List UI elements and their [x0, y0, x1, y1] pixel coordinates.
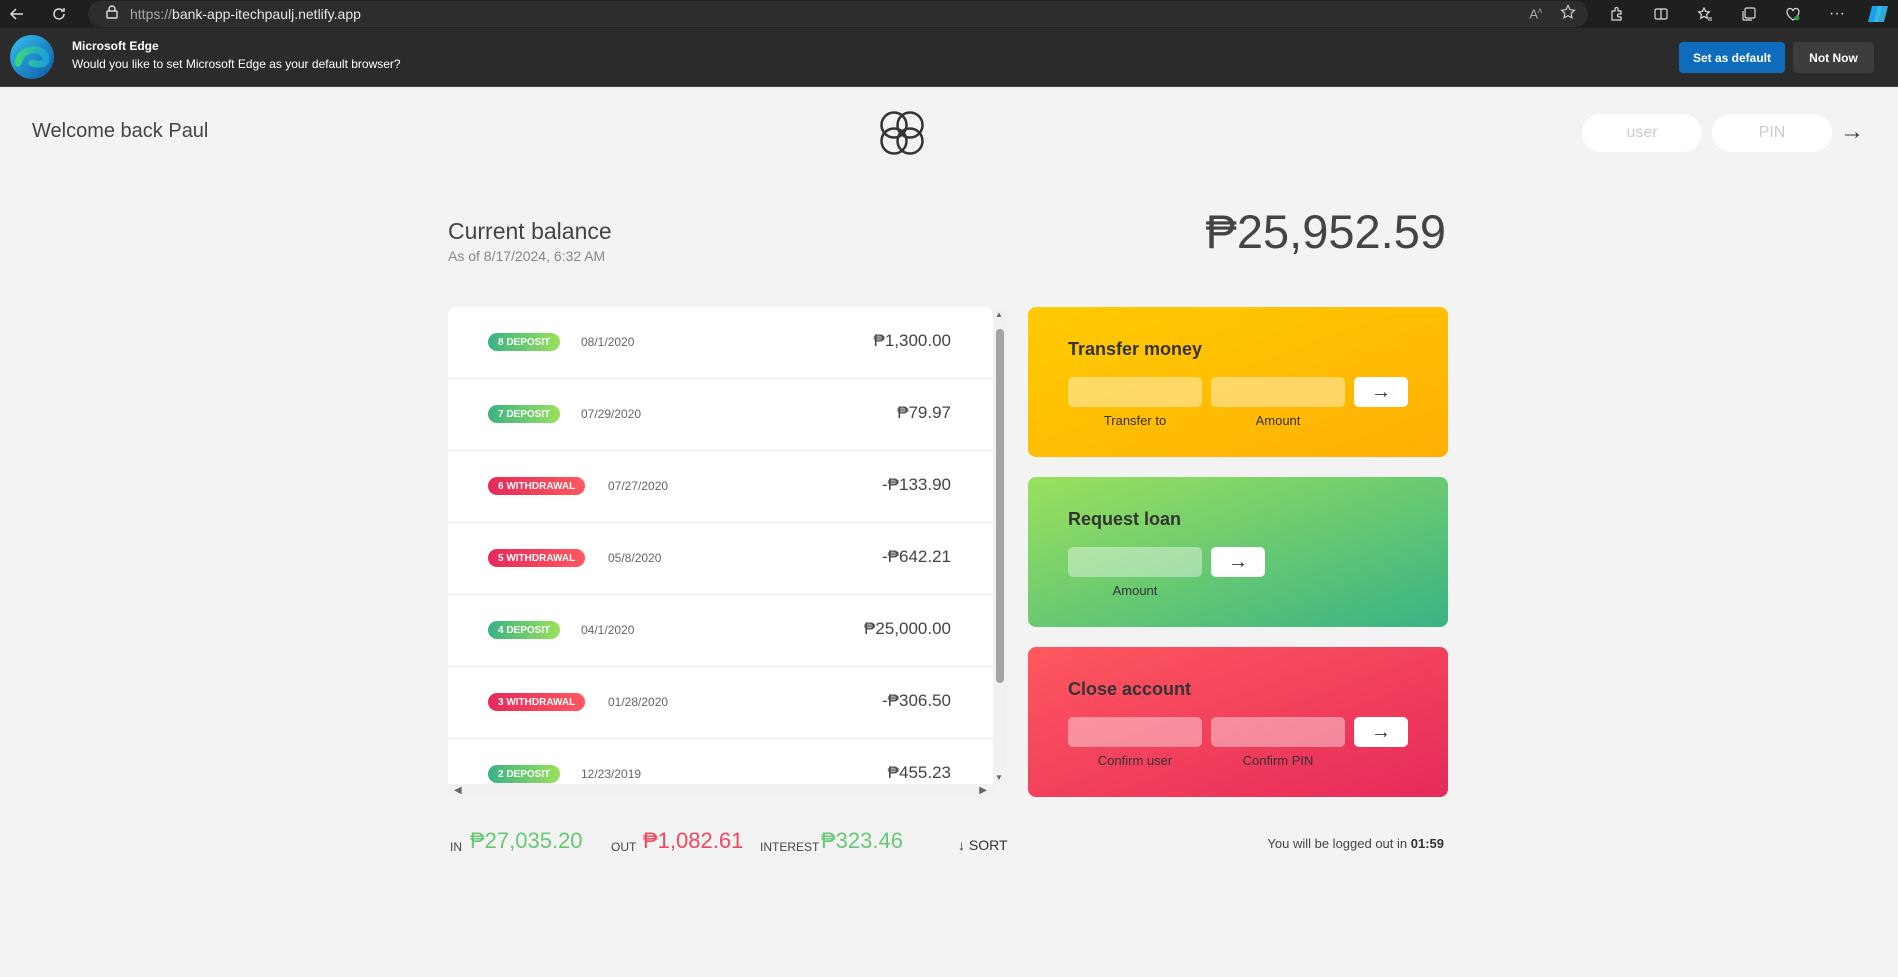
- confirm-pin-input[interactable]: [1211, 717, 1345, 747]
- movement-date: 07/27/2020: [608, 479, 669, 493]
- lock-icon: [106, 4, 118, 24]
- movement-row: 8 DEPOSIT 08/1/2020 ₱1,300.00: [448, 307, 993, 379]
- movement-type-badge: 2 DEPOSIT: [488, 765, 561, 783]
- edge-logo-icon: [8, 33, 56, 81]
- logout-timer-time: 01:59: [1410, 836, 1444, 851]
- login-button[interactable]: →: [1840, 118, 1864, 146]
- logout-timer: You will be logged out in 01:59: [1267, 836, 1444, 851]
- set-as-default-button[interactable]: Set as default: [1679, 42, 1785, 73]
- more-options-icon[interactable]: ···: [1825, 2, 1849, 26]
- movement-value: ₱455.23: [887, 763, 951, 782]
- summary-interest-value: ₱323.46: [821, 828, 903, 853]
- scrollbar-thumb[interactable]: [996, 329, 1004, 683]
- loan-submit-button[interactable]: →: [1211, 547, 1265, 577]
- movement-date: 01/28/2020: [608, 695, 669, 709]
- split-screen-icon[interactable]: [1649, 2, 1673, 26]
- sort-button[interactable]: ↓ SORT: [958, 837, 1008, 853]
- confirm-user-input[interactable]: [1068, 717, 1202, 747]
- favorite-star-icon[interactable]: [1560, 3, 1576, 25]
- favorites-icon[interactable]: [1693, 2, 1717, 26]
- confirm-pin-label: Confirm PIN: [1242, 753, 1314, 768]
- not-now-button[interactable]: Not Now: [1793, 42, 1874, 73]
- collections-icon[interactable]: [1737, 2, 1761, 26]
- scroll-right-icon[interactable]: ▶: [979, 785, 987, 796]
- transfer-amount-label: Amount: [1255, 413, 1301, 428]
- movement-type-badge: 4 DEPOSIT: [488, 621, 561, 639]
- balance-label: Current balance: [448, 218, 612, 244]
- scroll-left-icon[interactable]: ◀: [454, 785, 462, 796]
- address-bar[interactable]: https:// bank-app-itechpaulj.netlify.app…: [88, 1, 1588, 27]
- movements-vertical-scrollbar[interactable]: ▲ ▼: [993, 307, 1007, 784]
- movement-type-badge: 7 DEPOSIT: [488, 405, 561, 423]
- movement-row: 5 WITHDRAWAL 05/8/2020 -₱642.21: [448, 523, 993, 595]
- movement-type-badge: 8 DEPOSIT: [488, 333, 561, 351]
- movement-row: 4 DEPOSIT 04/1/2020 ₱25,000.00: [448, 595, 993, 667]
- request-loan-panel: Request loan → Amount: [1028, 477, 1448, 627]
- movement-row: 6 WITHDRAWAL 07/27/2020 -₱133.90: [448, 451, 993, 523]
- url-host: bank-app-itechpaulj.netlify.app: [172, 6, 361, 22]
- movement-value: -₱306.50: [882, 691, 951, 710]
- transfer-to-label: Transfer to: [1103, 413, 1167, 428]
- movement-date: 08/1/2020: [581, 335, 635, 349]
- summary-interest-label: Interest: [760, 840, 820, 854]
- transfer-money-panel: Transfer money → Transfer to Amount: [1028, 307, 1448, 457]
- movements-list[interactable]: 8 DEPOSIT 08/1/2020 ₱1,300.00 7 DEPOSIT 07/2…: [448, 307, 993, 797]
- default-browser-infobar: Microsoft Edge Would you like to set Mic…: [0, 28, 1898, 87]
- movement-row: 7 DEPOSIT 07/29/2020 ₱79.97: [448, 379, 993, 451]
- movements-horizontal-scrollbar[interactable]: ◀ ▶: [448, 784, 993, 798]
- movement-date: 04/1/2020: [581, 623, 635, 637]
- browser-essentials-icon[interactable]: [1781, 2, 1805, 26]
- loan-amount-input[interactable]: [1068, 547, 1202, 577]
- extensions-icon[interactable]: [1605, 2, 1629, 26]
- summary-in-value: ₱27,035.20: [470, 828, 583, 853]
- url-protocol: https://: [130, 6, 173, 22]
- refresh-icon[interactable]: [44, 0, 74, 28]
- balance-date: As of 8/17/2024, 6:32 AM: [448, 248, 606, 264]
- movement-date: 07/29/2020: [581, 407, 642, 421]
- movement-value: ₱1,300.00: [873, 331, 951, 350]
- summary-out-value: ₱1,082.61: [643, 828, 744, 853]
- movement-value: -₱642.21: [882, 547, 951, 566]
- welcome-message: Welcome back Paul: [32, 120, 209, 142]
- confirm-user-label: Confirm user: [1097, 753, 1173, 768]
- close-title: Close account: [1068, 679, 1192, 699]
- login-user-input[interactable]: user: [1582, 114, 1702, 152]
- scroll-down-icon[interactable]: ▼: [995, 773, 1003, 782]
- movement-type-badge: 5 WITHDRAWAL: [488, 549, 586, 567]
- loan-amount-label: Amount: [1112, 583, 1158, 598]
- summary-out-label: Out: [611, 840, 637, 854]
- movement-row: 3 WITHDRAWAL 01/28/2020 -₱306.50: [448, 667, 993, 739]
- copilot-icon[interactable]: [1866, 2, 1890, 26]
- back-icon[interactable]: [2, 0, 32, 28]
- close-account-panel: Close account → Confirm user Confirm PIN: [1028, 647, 1448, 797]
- summary-in-label: In: [450, 840, 462, 854]
- login-pin-input[interactable]: PIN: [1712, 114, 1832, 152]
- transfer-submit-button[interactable]: →: [1354, 377, 1408, 407]
- balance-value: ₱25,952.59: [1205, 205, 1446, 258]
- movement-date: 12/23/2019: [581, 767, 642, 781]
- scroll-up-icon[interactable]: ▲: [995, 310, 1003, 319]
- movement-value: -₱133.90: [882, 475, 951, 494]
- transfer-to-input[interactable]: [1068, 377, 1202, 407]
- loan-title: Request loan: [1068, 509, 1182, 529]
- movement-value: ₱79.97: [897, 403, 951, 422]
- movement-type-badge: 3 WITHDRAWAL: [488, 693, 586, 711]
- read-aloud-icon[interactable]: Aʌ: [1529, 6, 1542, 21]
- movement-type-badge: 6 WITHDRAWAL: [488, 477, 586, 495]
- logout-timer-text: You will be logged out in: [1267, 836, 1411, 851]
- infobar-title: Microsoft Edge: [72, 39, 159, 53]
- transfer-title: Transfer money: [1068, 339, 1203, 359]
- infobar-message: Would you like to set Microsoft Edge as …: [72, 57, 401, 71]
- browser-toolbar: https:// bank-app-itechpaulj.netlify.app…: [0, 0, 1898, 28]
- movement-value: ₱25,000.00: [864, 619, 951, 638]
- movement-date: 05/8/2020: [608, 551, 662, 565]
- close-submit-button[interactable]: →: [1354, 717, 1408, 747]
- bankist-logo-icon: [874, 105, 930, 161]
- transfer-amount-input[interactable]: [1211, 377, 1345, 407]
